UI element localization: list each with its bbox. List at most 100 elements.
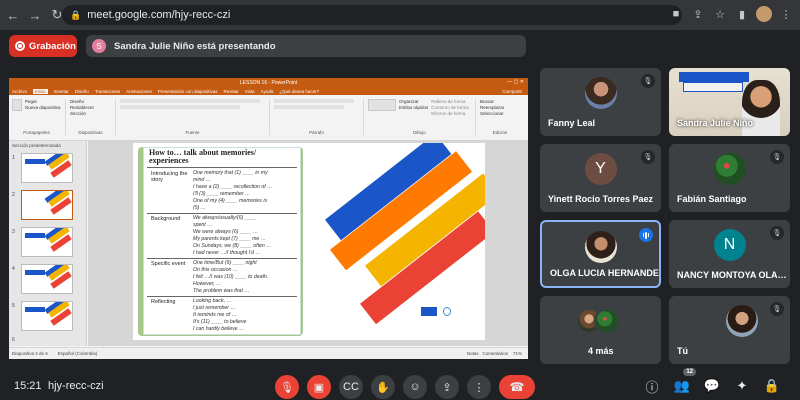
shape-fill-button[interactable]: Relleno de forma [431, 99, 469, 104]
side-panel-tools: ⓘ 👥 12 💬 ✦ 🔒 [644, 368, 780, 395]
new-slide-label[interactable]: Nueva diapositiva [25, 105, 61, 110]
activities-icon[interactable]: ✦ [734, 378, 750, 394]
participant-tile-speaking[interactable]: OLGA LUCIA HERNANDE… [540, 220, 661, 288]
current-slide[interactable]: How to… talk about memories/ experiences… [133, 143, 485, 340]
present-icon[interactable]: ⇪ [435, 375, 459, 399]
slide-thumbnail-5[interactable] [21, 301, 73, 331]
tab-animaciones[interactable]: Animaciones [126, 89, 152, 94]
presenter-avatar: S [92, 39, 106, 53]
select-button[interactable]: Seleccionar [480, 111, 520, 116]
self-tile[interactable]: 🎙 Tú [669, 296, 790, 364]
participant-tile-video[interactable]: Sandra Julie Niño [669, 68, 790, 136]
notes-button[interactable]: Notas [467, 351, 479, 356]
quick-styles-button[interactable]: Estilos rápidos [399, 105, 428, 110]
font-format-tools[interactable] [120, 105, 240, 109]
presenting-text: Sandra Julie Niño está presentando [114, 40, 276, 52]
shapes-gallery[interactable] [368, 99, 396, 111]
slide-line: I have a (2) ____ recollection of … [193, 184, 273, 190]
slide-thumbnail-3[interactable] [21, 227, 73, 257]
recording-indicator[interactable]: Grabación [9, 35, 77, 57]
more-participants-tile[interactable]: 4 más [540, 296, 661, 364]
chat-icon[interactable]: 💬 [704, 378, 720, 394]
slide-title: How to… talk about memories/ experiences [149, 149, 256, 165]
tab-vista[interactable]: Vista [245, 89, 255, 94]
share-button[interactable]: Compartir [502, 89, 528, 94]
slide-thumbnail-2[interactable] [21, 190, 73, 220]
end-call-icon[interactable]: ☎ [499, 375, 535, 399]
profile-avatar[interactable] [756, 6, 772, 22]
layout-button[interactable]: Diseño [70, 99, 111, 104]
font-selector[interactable] [120, 99, 260, 103]
share-icon[interactable]: ⇪ [690, 6, 706, 22]
slide-line: My parents kept (7) ____ me … [193, 236, 266, 242]
group-name-clipboard: Portapapeles [23, 130, 50, 135]
shape-effects-button[interactable]: Efectos de forma [431, 111, 469, 116]
zoom-level[interactable]: 71% [513, 351, 522, 356]
participant-tile[interactable]: N 🎙 NANCY MONTOYA OLA… [669, 220, 790, 288]
menu-dots-icon[interactable]: ⋮ [778, 6, 794, 22]
camera-off-icon[interactable]: ▣ [307, 375, 331, 399]
section-label: Sección predeterminada [12, 143, 61, 148]
tab-revisar[interactable]: Revisar [223, 89, 238, 94]
tell-me-search[interactable]: ¿Qué desea hacer? [279, 89, 319, 94]
captions-icon[interactable]: CC [339, 375, 363, 399]
section-button[interactable]: Sección [70, 111, 111, 116]
language-indicator[interactable]: Español (Colombia) [58, 351, 98, 356]
info-icon[interactable]: ⓘ [644, 378, 660, 395]
url-text: meet.google.com/hjy-recc-czi [87, 9, 231, 21]
people-icon[interactable]: 👥 12 [674, 368, 696, 394]
participant-tile[interactable]: 🎙 Fabián Santiago [669, 144, 790, 212]
tab-ayuda[interactable]: Ayuda [261, 89, 274, 94]
emoji-icon[interactable]: ☺ [403, 375, 427, 399]
group-paragraph: Párrafo [274, 99, 364, 135]
paragraph-tools[interactable] [274, 99, 354, 103]
slide-canvas: How to… talk about memories/ experiences… [88, 141, 528, 346]
more-options-icon[interactable]: ⋮ [467, 375, 491, 399]
camera-indicator-icon[interactable]: ■ [668, 6, 684, 22]
replace-button[interactable]: Reemplazar [480, 105, 520, 110]
back-icon[interactable]: ← [4, 6, 22, 24]
participant-tile[interactable]: Y 🎙 Yinett Rocio Torres Paez [540, 144, 661, 212]
tab-transiciones[interactable]: Transiciones [95, 89, 120, 94]
slide-line: On Sundays, we (8) ____ often … [193, 243, 272, 249]
paste-label[interactable]: Pegar [25, 99, 61, 104]
section-background-label: Background [151, 216, 181, 222]
video-banner [679, 72, 749, 82]
powerpoint-statusbar: Diapositiva 2 de 6 Español (Colombia) No… [9, 347, 528, 359]
arrange-button[interactable]: Organizar [399, 99, 428, 104]
lock-icon[interactable]: 🔒 [70, 10, 81, 21]
slide-line: We were always (6) ____ … [193, 229, 259, 235]
divider [147, 258, 297, 259]
host-controls-icon[interactable]: 🔒 [764, 378, 780, 394]
slide-thumbnail-4[interactable] [21, 264, 73, 294]
recording-label: Grabación [29, 40, 76, 52]
align-tools[interactable] [274, 105, 344, 109]
tab-inicio[interactable]: Inicio [33, 88, 48, 94]
presenting-banner: S Sandra Julie Niño está presentando [86, 35, 526, 57]
tab-presentacion[interactable]: Presentación con diapositivas [158, 89, 218, 94]
participant-tile[interactable]: 🎙 Fanny Leal [540, 68, 661, 136]
video-banner-2 [683, 82, 743, 92]
clock: 15:21 [14, 380, 42, 392]
status-right: Notas Comentarios 71% [467, 351, 528, 356]
slide-title-line2: experiences [149, 156, 189, 165]
tab-archivo[interactable]: Archivo [12, 89, 27, 94]
divider [147, 213, 297, 214]
thumb-number: 3 [12, 229, 15, 235]
paste-icon[interactable] [12, 99, 22, 111]
find-button[interactable]: Buscar [480, 99, 520, 104]
comments-button[interactable]: Comentarios [482, 351, 508, 356]
avatar-stack [576, 308, 622, 336]
emblem-icon [443, 307, 451, 316]
raise-hand-icon[interactable]: ✋ [371, 375, 395, 399]
reset-button[interactable]: Restablecer [70, 105, 111, 110]
shape-outline-button[interactable]: Contorno de forma [431, 105, 469, 110]
slide-thumbnail-1[interactable] [21, 153, 73, 183]
tab-insertar[interactable]: Insertar [54, 89, 69, 94]
forward-icon[interactable]: → [26, 6, 44, 24]
tab-diseno[interactable]: Diseño [75, 89, 89, 94]
mic-off-icon[interactable]: 🎙 [275, 375, 299, 399]
sidebar-icon[interactable]: ▮ [734, 6, 750, 22]
bookmark-star-icon[interactable]: ☆ [712, 6, 728, 22]
address-bar[interactable]: 🔒 meet.google.com/hjy-recc-czi [62, 5, 682, 25]
